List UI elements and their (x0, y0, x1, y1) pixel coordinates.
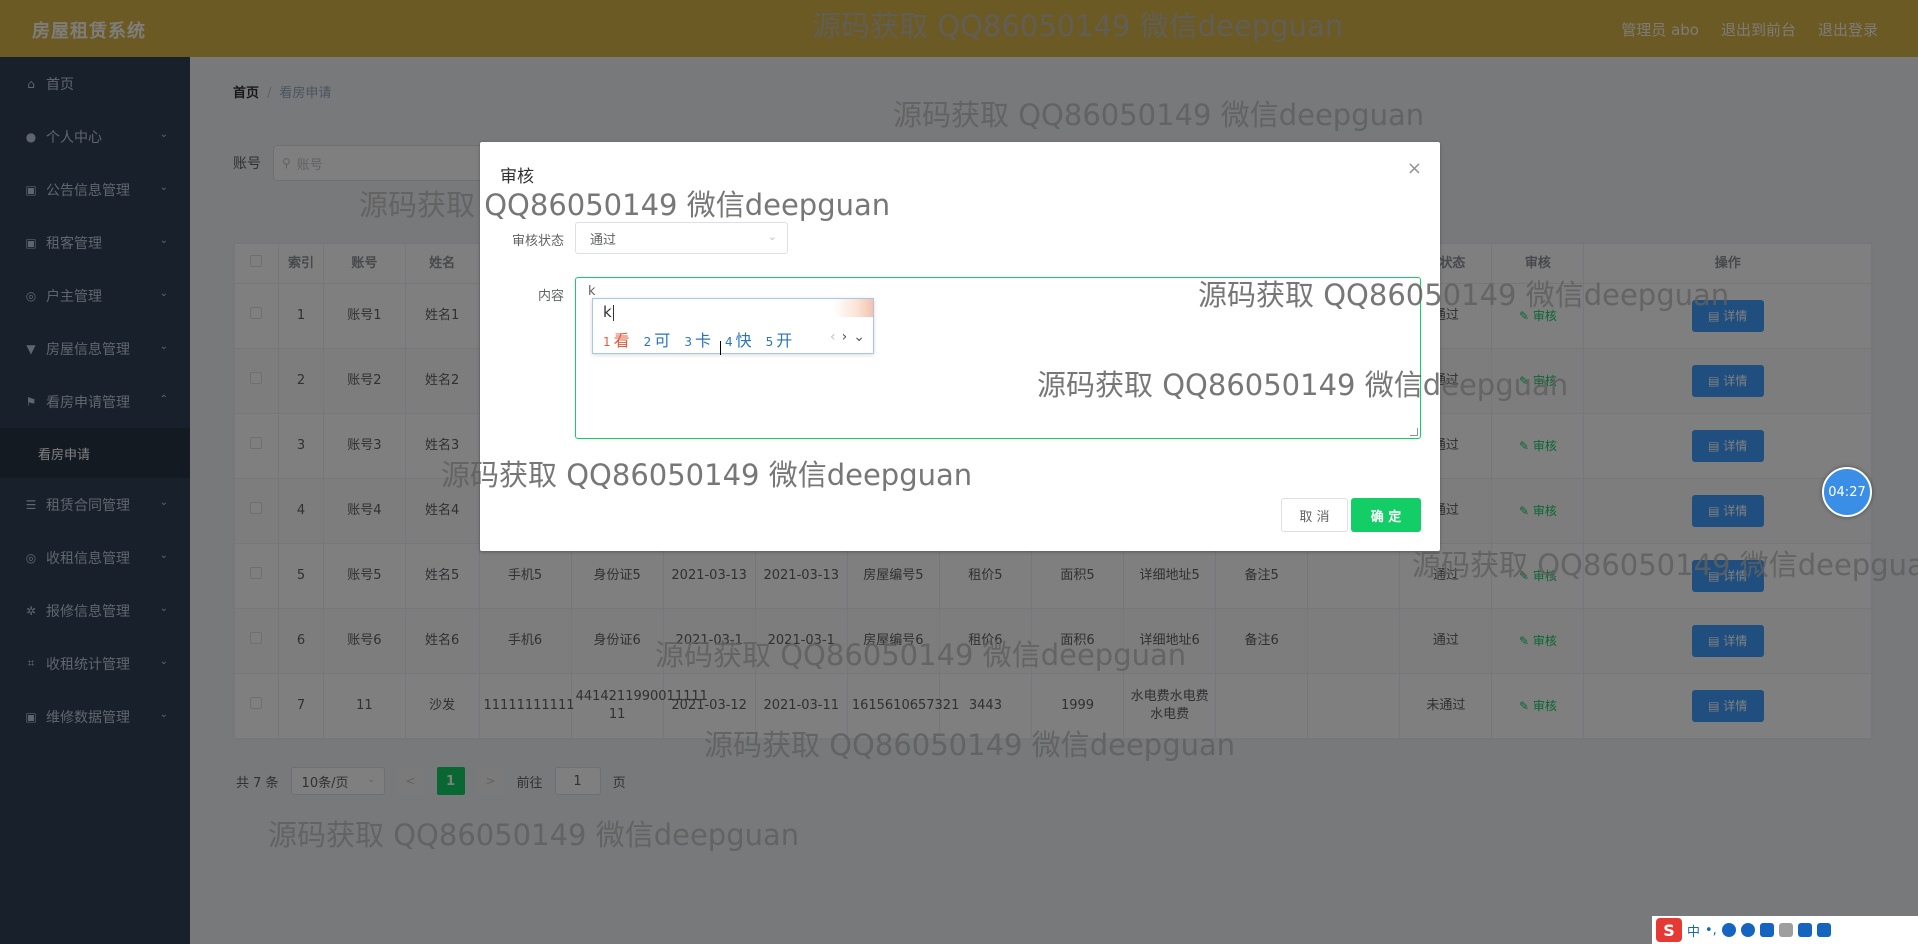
sogou-logo-icon[interactable]: S (1656, 918, 1682, 942)
ime-candidates: 1看 2可 3卡 4快 5开 (603, 327, 792, 351)
watermark-text: 源码获取 QQ86050149 微信deepguan (1037, 368, 1569, 402)
ime-next-page-icon[interactable]: › (842, 329, 848, 345)
candidate-text: 可 (654, 331, 671, 350)
ime-candidate[interactable]: 4快 (725, 327, 752, 351)
candidate-number: 2 (643, 335, 652, 349)
ime-candidate[interactable]: 1看 (603, 327, 630, 351)
ime-prev-page-icon[interactable]: ‹ (830, 329, 836, 345)
ime-candidate[interactable]: 2可 (644, 327, 671, 351)
confirm-button[interactable]: 确 定 (1351, 498, 1421, 532)
audit-status-value: 通过 (590, 232, 617, 248)
status-label: 审核状态 (511, 234, 564, 249)
ime-composition: k (603, 303, 614, 321)
ime-candidate-window: k 1看 2可 3卡 4快 5开 ‹ › ⌄ (592, 298, 874, 354)
recording-timer[interactable]: 04:27 (1822, 467, 1872, 517)
ime-lang-indicator[interactable]: 中 (1687, 921, 1700, 940)
candidate-number: 3 (684, 335, 692, 349)
watermark-text: 源码获取 QQ86050149 微信deepguan (441, 458, 973, 492)
candidate-text: 开 (776, 331, 793, 350)
candidate-text: 快 (735, 331, 752, 350)
ime-expand-icon[interactable]: ⌄ (853, 329, 865, 345)
microphone-icon[interactable] (1740, 923, 1755, 937)
ime-toolbar: S 中 •, (1652, 916, 1918, 944)
candidate-number: 4 (724, 335, 733, 349)
keyboard-icon[interactable] (1759, 923, 1774, 937)
content-text: k (588, 284, 596, 299)
resize-handle-icon[interactable] (1410, 428, 1418, 436)
user-icon[interactable] (1778, 923, 1793, 937)
candidate-text: 看 (613, 331, 630, 350)
skin-icon[interactable] (1797, 923, 1812, 937)
cancel-button[interactable]: 取 消 (1281, 498, 1348, 532)
ime-punct-indicator[interactable]: •, (1705, 923, 1717, 938)
ibeam-cursor-icon (720, 341, 722, 355)
ime-composition-text: k (603, 303, 612, 321)
watermark-text: 源码获取 QQ86050149 微信deepguan (655, 638, 1187, 672)
text-caret (612, 304, 614, 321)
emoji-icon[interactable] (1721, 923, 1736, 937)
audit-status-select[interactable]: 通过 ⌄ (575, 222, 788, 254)
watermark-text: 源码获取 QQ86050149 微信deepguan (893, 98, 1425, 132)
candidate-number: 1 (603, 335, 611, 349)
ime-skin-decoration (833, 299, 873, 317)
watermark-text: 源码获取 QQ86050149 微信deepguan (704, 728, 1236, 762)
ime-nav: ‹ › ⌄ (830, 329, 865, 345)
watermark-text: 源码获取 QQ86050149 微信deepguan (1198, 278, 1730, 312)
watermark-text: 源码获取 QQ86050149 微信deepguan (1412, 548, 1918, 582)
watermark-text: 源码获取 QQ86050149 微信deepguan (359, 188, 891, 222)
ime-candidate[interactable]: 5开 (766, 327, 793, 351)
close-icon[interactable]: × (1407, 158, 1422, 179)
ime-candidate[interactable]: 3卡 (684, 327, 711, 351)
watermark-text: 源码获取 QQ86050149 微信deepguan (812, 9, 1344, 43)
candidate-text: 卡 (694, 331, 711, 350)
content-label: 内容 (537, 289, 564, 304)
grid-icon[interactable] (1816, 923, 1831, 937)
chevron-down-icon: ⌄ (767, 230, 777, 243)
candidate-number: 5 (765, 335, 774, 349)
watermark-text: 源码获取 QQ86050149 微信deepguan (268, 818, 800, 852)
